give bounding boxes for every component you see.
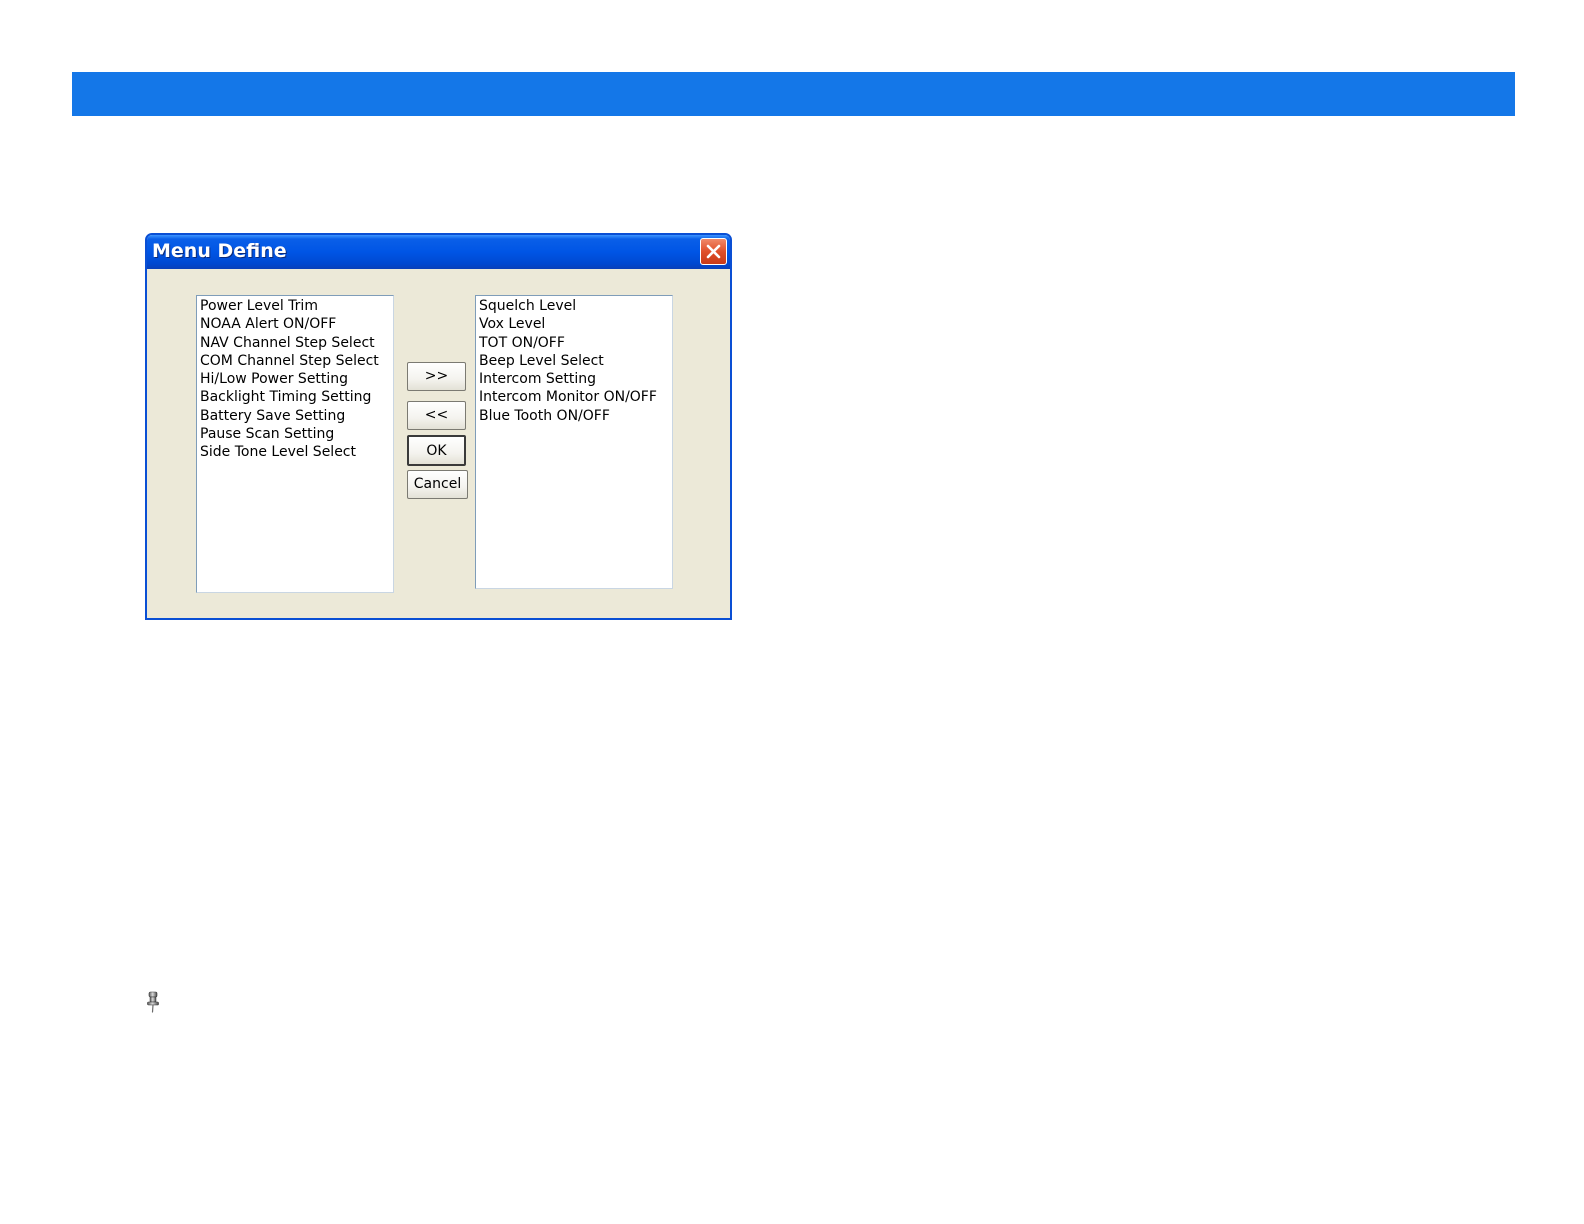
list-item[interactable]: TOT ON/OFF: [479, 334, 672, 352]
list-item[interactable]: Backlight Timing Setting: [200, 388, 393, 406]
list-item[interactable]: Intercom Setting: [479, 370, 672, 388]
ok-button[interactable]: OK: [407, 435, 466, 466]
cancel-button[interactable]: Cancel: [407, 470, 468, 499]
list-item[interactable]: Squelch Level: [479, 297, 672, 315]
list-item[interactable]: Power Level Trim: [200, 297, 393, 315]
dialog-title: Menu Define: [152, 240, 287, 262]
list-item[interactable]: Blue Tooth ON/OFF: [479, 407, 672, 425]
list-item[interactable]: Vox Level: [479, 315, 672, 333]
close-button[interactable]: [700, 238, 727, 265]
close-icon: [706, 244, 721, 259]
page: Menu Define Power Level Trim NOAA Alert …: [0, 0, 1584, 1224]
list-item[interactable]: NAV Channel Step Select: [200, 334, 393, 352]
dialog-titlebar[interactable]: Menu Define: [147, 235, 730, 269]
list-item[interactable]: Hi/Low Power Setting: [200, 370, 393, 388]
list-item[interactable]: Pause Scan Setting: [200, 425, 393, 443]
pushpin-icon: [147, 991, 159, 1013]
remove-button[interactable]: <<: [407, 401, 466, 430]
list-item[interactable]: NOAA Alert ON/OFF: [200, 315, 393, 333]
list-item[interactable]: Side Tone Level Select: [200, 443, 393, 461]
menu-define-dialog: Menu Define Power Level Trim NOAA Alert …: [145, 233, 732, 620]
available-items-list[interactable]: Power Level Trim NOAA Alert ON/OFF NAV C…: [196, 295, 394, 593]
selected-items-list[interactable]: Squelch Level Vox Level TOT ON/OFF Beep …: [475, 295, 673, 589]
add-button[interactable]: >>: [407, 362, 466, 391]
list-item[interactable]: Battery Save Setting: [200, 407, 393, 425]
list-item[interactable]: COM Channel Step Select: [200, 352, 393, 370]
list-item[interactable]: Beep Level Select: [479, 352, 672, 370]
list-item[interactable]: Intercom Monitor ON/OFF: [479, 388, 672, 406]
header-banner: [72, 72, 1515, 116]
